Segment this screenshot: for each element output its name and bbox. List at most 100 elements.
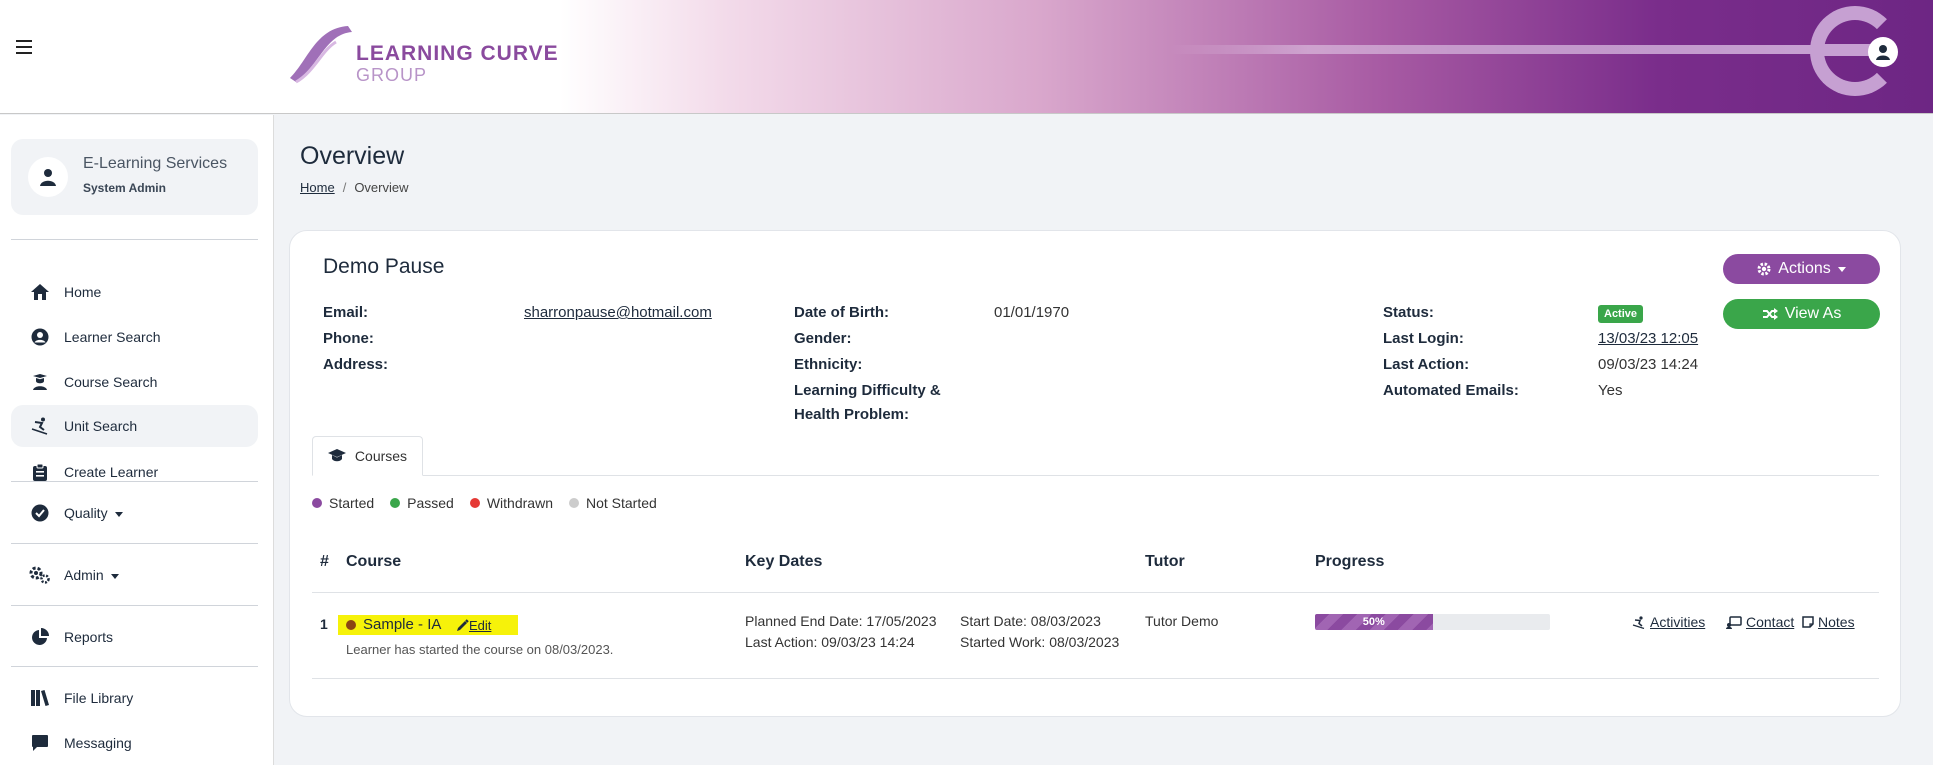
sidebar-item-label: Create Learner <box>64 464 159 480</box>
sidebar-item-label: Admin <box>64 567 119 583</box>
sidebar-item-create-learner[interactable]: Create Learner <box>11 451 258 493</box>
column-header-progress: Progress <box>1315 553 1385 570</box>
sidebar-item-label: Messaging <box>64 735 132 751</box>
sidebar-item-reports[interactable]: Reports <box>11 616 258 658</box>
last-login-label: Last Login: <box>1383 330 1464 347</box>
progress-fill: 50% <box>1315 614 1433 630</box>
sidebar-item-quality[interactable]: Quality <box>11 492 258 534</box>
last-action-label: Last Action: <box>1383 356 1470 373</box>
status-legend: Started Passed Withdrawn Not Started <box>312 495 673 511</box>
chat-icon <box>29 732 51 754</box>
sidebar-item-learner-search[interactable]: Learner Search <box>11 316 258 358</box>
sidebar-divider <box>11 666 258 667</box>
user-role: System Admin <box>83 181 166 195</box>
email-link[interactable]: sharronpause@hotmail.com <box>524 304 712 321</box>
header-banner <box>560 0 1933 113</box>
user-avatar-icon <box>28 157 68 197</box>
breadcrumb-home-link[interactable]: Home <box>300 180 335 195</box>
planned-end-date: Planned End Date: 17/05/2023 <box>745 613 937 629</box>
sidebar-item-label: Unit Search <box>64 418 138 434</box>
legend-started: Started <box>312 495 374 511</box>
sidebar-divider <box>11 239 258 240</box>
last-login-link[interactable]: 13/03/23 12:05 <box>1598 330 1698 347</box>
notes-link[interactable]: Notes <box>1802 614 1855 630</box>
column-header-course: Course <box>346 553 402 570</box>
sidebar-item-home[interactable]: Home <box>11 271 258 313</box>
user-name: E-Learning Services <box>83 155 228 172</box>
top-header: LEARNING CURVE GROUP <box>0 0 1933 114</box>
gender-label: Gender: <box>794 330 852 347</box>
status-label: Status: <box>1383 304 1434 321</box>
user-card: E-Learning Services System Admin <box>11 139 258 215</box>
table-header-divider <box>312 592 1879 593</box>
menu-toggle-icon[interactable] <box>16 40 32 54</box>
started-work-date: Started Work: 08/03/2023 <box>960 634 1120 650</box>
column-header-num: # <box>320 553 329 570</box>
check-circle-icon <box>29 502 51 524</box>
start-date: Start Date: 08/03/2023 <box>960 613 1101 629</box>
sidebar-item-file-library[interactable]: File Library <box>11 677 258 719</box>
home-icon <box>29 281 51 303</box>
legend-dot <box>568 498 579 508</box>
auto-emails-label: Automated Emails: <box>1383 382 1519 399</box>
tabs-underline <box>312 475 1879 476</box>
sidebar: E-Learning Services System Admin Home Le… <box>0 115 274 765</box>
graduation-cap-icon <box>327 449 346 462</box>
sidebar-item-unit-search[interactable]: Unit Search <box>11 405 258 447</box>
breadcrumb: Home / Overview <box>300 180 409 195</box>
course-status-dot <box>346 620 356 630</box>
edit-course-link[interactable]: Edit <box>456 618 491 633</box>
books-icon <box>29 687 51 709</box>
ethnicity-label: Ethnicity: <box>794 356 863 373</box>
address-label: Address: <box>323 356 389 373</box>
ldhp-label-line1: Learning Difficulty & <box>794 382 941 399</box>
sidebar-item-admin[interactable]: Admin <box>11 554 258 596</box>
clipboard-icon <box>29 461 51 483</box>
legend-withdrawn: Withdrawn <box>469 495 553 511</box>
legend-dot <box>390 498 401 508</box>
tab-label: Courses <box>354 448 408 464</box>
pencil-icon <box>457 619 469 631</box>
last-action-value: 09/03/23 14:24 <box>1598 356 1699 373</box>
account-avatar-icon[interactable] <box>1868 37 1898 67</box>
course-status-note: Learner has started the course on 08/03/… <box>346 642 614 657</box>
sidebar-item-label: Reports <box>64 629 114 645</box>
view-as-button-label: View As <box>1784 305 1842 322</box>
view-as-button[interactable]: View As <box>1723 299 1880 329</box>
sidebar-item-label: Home <box>64 284 102 300</box>
table-row-divider <box>312 678 1879 679</box>
skier-icon <box>29 415 51 437</box>
legend-passed: Passed <box>390 495 454 511</box>
sidebar-item-messaging[interactable]: Messaging <box>11 722 258 764</box>
email-label: Email: <box>323 304 369 321</box>
note-icon <box>1802 616 1814 628</box>
legend-not-started: Not Started <box>568 495 657 511</box>
sidebar-divider <box>11 481 258 482</box>
skier-icon <box>1632 615 1645 629</box>
activities-link[interactable]: Activities <box>1632 614 1705 630</box>
logo-text-main: LEARNING CURVE <box>356 42 559 65</box>
tab-courses[interactable]: Courses <box>312 436 423 476</box>
logo-swoosh-icon <box>290 26 352 84</box>
shuffle-icon <box>1762 308 1778 320</box>
actions-button[interactable]: Actions <box>1723 254 1880 284</box>
breadcrumb-separator: / <box>342 180 347 195</box>
sidebar-divider <box>11 605 258 606</box>
brand-logo[interactable]: LEARNING CURVE GROUP <box>290 20 558 90</box>
column-header-key-dates: Key Dates <box>745 553 823 570</box>
course-name: Sample - IA <box>363 616 442 633</box>
row-number: 1 <box>320 616 328 632</box>
pie-chart-icon <box>29 626 51 648</box>
logo-text-sub: GROUP <box>356 65 428 85</box>
chevron-down-icon <box>1837 266 1846 272</box>
sidebar-item-course-search[interactable]: Course Search <box>11 361 258 403</box>
gears-icon <box>29 564 51 586</box>
sidebar-item-label: Learner Search <box>64 329 161 345</box>
actions-button-label: Actions <box>1778 260 1831 277</box>
column-header-tutor: Tutor <box>1145 553 1185 570</box>
learner-name: Demo Pause <box>323 255 445 278</box>
contact-link[interactable]: Contact <box>1726 614 1794 630</box>
user-circle-icon <box>29 326 51 348</box>
sidebar-item-label: Course Search <box>64 374 158 390</box>
legend-dot <box>469 498 480 508</box>
